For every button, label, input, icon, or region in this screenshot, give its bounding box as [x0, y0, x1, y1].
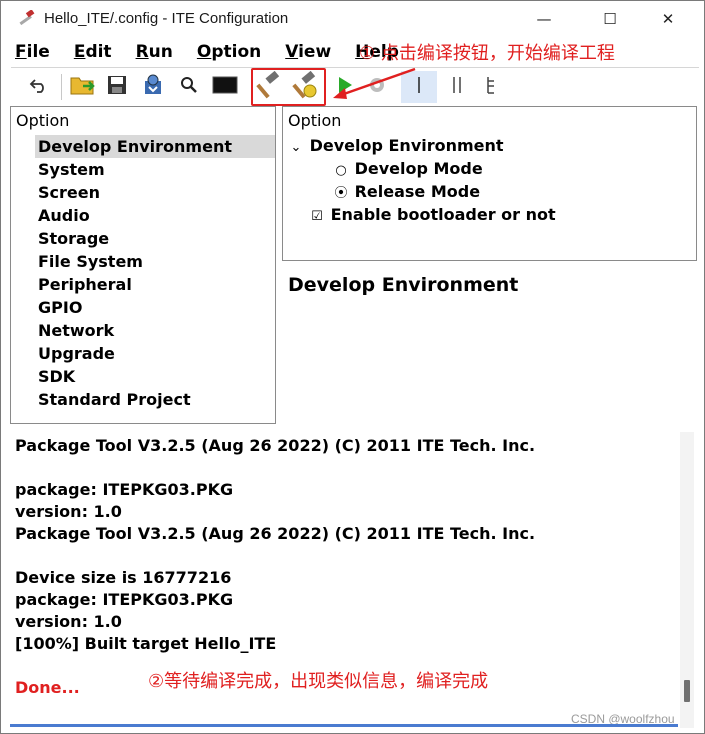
- close-button[interactable]: ✕: [645, 1, 691, 37]
- tree-item-standard-project[interactable]: Standard Project: [35, 388, 275, 411]
- menu-run[interactable]: Run: [126, 42, 173, 62]
- app-hammer-icon: [17, 9, 37, 28]
- log-line: Device size is 16777216: [15, 568, 232, 587]
- log-line: [100%] Built target Hello_ITE: [15, 634, 277, 653]
- search-icon: [179, 75, 199, 99]
- undo-button[interactable]: [23, 71, 55, 103]
- log-line: Package Tool V3.2.5 (Aug 26 2022) (C) 20…: [15, 524, 536, 543]
- group-develop-environment[interactable]: ⌄ Develop Environment: [288, 135, 504, 159]
- radio-label: Release Mode: [354, 182, 481, 201]
- option-settings-panel: Option ⌄ Develop Environment ○ Develop M…: [282, 106, 697, 261]
- toolbar-separator: [61, 74, 62, 100]
- radio-develop-mode[interactable]: ○ Develop Mode: [333, 158, 483, 182]
- log-line: package: ITEPKG03.PKG: [15, 480, 234, 499]
- log-line: version: 1.0: [15, 612, 122, 631]
- minimize-button[interactable]: —: [521, 1, 567, 37]
- menu-file[interactable]: File: [5, 42, 50, 62]
- split-view-button[interactable]: [441, 71, 473, 103]
- tree-item-upgrade[interactable]: Upgrade: [35, 342, 275, 365]
- undo-icon: [29, 76, 49, 98]
- tree-item-network[interactable]: Network: [35, 319, 275, 342]
- option-settings-heading: Option: [288, 111, 342, 130]
- app-window: Hello_ITE/.config - ITE Configuration — …: [0, 0, 705, 734]
- radio-label: Develop Mode: [354, 159, 483, 178]
- open-folder-icon: [69, 72, 97, 102]
- menu-bar: File Edit Run Option View Help: [5, 39, 399, 65]
- split-view-icon: [449, 75, 465, 99]
- radio-release-mode[interactable]: ⦿ Release Mode: [333, 181, 480, 205]
- tree-view-icon: [483, 75, 499, 99]
- maximize-icon: ☐: [603, 10, 617, 28]
- close-icon: ✕: [661, 10, 675, 28]
- window-title: Hello_ITE/.config - ITE Configuration: [44, 10, 289, 27]
- menu-edit[interactable]: Edit: [64, 42, 112, 62]
- description-title: Develop Environment: [288, 274, 519, 296]
- search-button[interactable]: [173, 71, 205, 103]
- annotation-arrow: [333, 67, 416, 99]
- annotation-step2: ②等待编译完成，出现类似信息，编译完成: [148, 671, 489, 692]
- log-line: package: ITEPKG03.PKG: [15, 590, 234, 609]
- log-line: version: 1.0: [15, 502, 122, 521]
- group-label: Develop Environment: [309, 136, 504, 155]
- checkbox-checked-icon: ☑: [311, 209, 323, 224]
- log-line: Package Tool V3.2.5 (Aug 26 2022) (C) 20…: [15, 436, 536, 455]
- option-tree-heading: Option: [16, 111, 70, 130]
- chevron-down-icon: ⌄: [290, 140, 302, 155]
- tree-item-sdk[interactable]: SDK: [35, 365, 275, 388]
- radio-unchecked-icon: ○: [335, 163, 347, 178]
- checkbox-enable-bootloader[interactable]: ☑ Enable bootloader or not: [309, 204, 556, 228]
- title-bar[interactable]: Hello_ITE/.config - ITE Configuration — …: [1, 1, 704, 37]
- terminal-button[interactable]: [209, 71, 241, 103]
- save-icon: [106, 74, 128, 100]
- terminal-icon: [212, 75, 238, 99]
- log-line-done: Done...: [15, 678, 80, 697]
- tree-item-audio[interactable]: Audio: [35, 204, 275, 227]
- maximize-button[interactable]: ☐: [587, 1, 633, 37]
- bottom-edge-strip: [10, 724, 678, 727]
- tree-item-gpio[interactable]: GPIO: [35, 296, 275, 319]
- log-scrollbar[interactable]: [680, 432, 694, 728]
- save-button[interactable]: [101, 71, 133, 103]
- tree-item-file-system[interactable]: File System: [35, 250, 275, 273]
- tree-item-peripheral[interactable]: Peripheral: [35, 273, 275, 296]
- checkbox-label: Enable bootloader or not: [330, 205, 556, 224]
- radio-checked-icon: ⦿: [334, 186, 348, 201]
- menu-option[interactable]: Option: [187, 42, 261, 62]
- tree-item-develop-environment[interactable]: Develop Environment: [35, 135, 275, 158]
- option-tree-panel: Option Develop Environment System Screen…: [10, 106, 276, 424]
- log-scroll-thumb[interactable]: [684, 680, 690, 702]
- import-button[interactable]: [137, 71, 169, 103]
- tree-item-screen[interactable]: Screen: [35, 181, 275, 204]
- build-buttons-highlight: [251, 68, 326, 106]
- open-button[interactable]: [67, 71, 99, 103]
- import-icon: [141, 73, 165, 101]
- tree-item-system[interactable]: System: [35, 158, 275, 181]
- tree-view-button[interactable]: [475, 71, 507, 103]
- menu-view[interactable]: View: [275, 42, 331, 62]
- description-panel: Develop Environment: [282, 267, 697, 424]
- minimize-icon: —: [536, 10, 552, 28]
- tree-item-storage[interactable]: Storage: [35, 227, 275, 250]
